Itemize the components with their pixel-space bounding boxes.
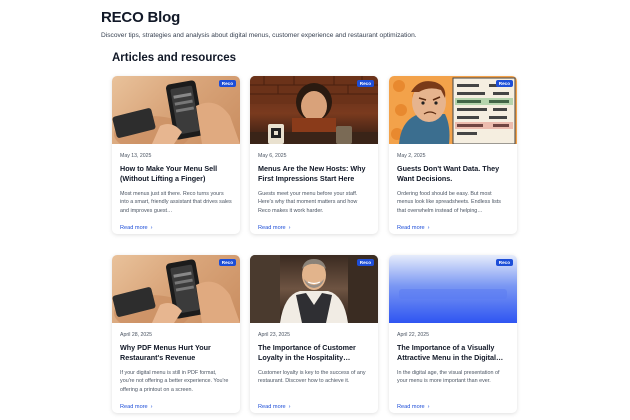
reco-badge: Reco <box>495 80 513 87</box>
article-excerpt: If your digital menu is still in PDF for… <box>120 370 229 393</box>
reco-badge: Reco <box>495 259 513 266</box>
page-title: RECO Blog <box>101 9 181 26</box>
article-card[interactable]: Reco April 22, 2025 The Importance of a … <box>389 255 517 413</box>
read-more-link[interactable]: Read more › <box>397 404 430 410</box>
article-card[interactable]: Reco May 6, 2025 Menus Are the New Hosts… <box>250 76 378 234</box>
reco-badge: Reco <box>356 80 374 87</box>
page-subtitle: Discover tips, strategies and analysis a… <box>101 32 417 39</box>
reco-badge: Reco <box>356 259 374 266</box>
article-title[interactable]: Menus Are the New Hosts: Why First Impre… <box>258 164 370 184</box>
article-excerpt: Ordering food should be easy. But most m… <box>397 191 501 214</box>
article-title[interactable]: The Importance of Customer Loyalty in th… <box>258 343 370 363</box>
read-more-link[interactable]: Read more › <box>120 404 153 410</box>
article-date: May 13, 2025 <box>120 153 152 159</box>
article-title[interactable]: Guests Don't Want Data. They Want Decisi… <box>397 164 509 184</box>
article-card[interactable]: Reco April 28, 2025 Why PDF Menus Hurt Y… <box>112 255 240 413</box>
article-excerpt: Guests meet your menu before your staff.… <box>258 191 358 214</box>
chevron-right-icon: › <box>427 404 430 410</box>
article-title[interactable]: Why PDF Menus Hurt Your Restaurant's Rev… <box>120 343 232 363</box>
article-title[interactable]: The Importance of a Visually Attractive … <box>397 343 509 363</box>
chevron-right-icon: › <box>288 225 291 231</box>
article-date: April 22, 2025 <box>397 332 430 338</box>
reco-badge: Reco <box>218 259 236 266</box>
article-date: May 6, 2025 <box>258 153 287 159</box>
reco-badge: Reco <box>218 80 236 87</box>
article-image[interactable]: Reco <box>250 76 378 144</box>
article-excerpt: Most menus just sit there. Reco turns yo… <box>120 191 232 214</box>
article-image[interactable]: Reco <box>250 255 378 323</box>
article-excerpt: In the digital age, the visual presentat… <box>397 370 500 385</box>
chevron-right-icon: › <box>150 225 153 231</box>
article-card[interactable]: Reco May 2, 2025 Guests Don't Want Data.… <box>389 76 517 234</box>
read-more-link[interactable]: Read more › <box>120 225 153 231</box>
article-image[interactable]: Reco <box>112 255 240 323</box>
article-title[interactable]: How to Make Your Menu Sell (Without Lift… <box>120 164 232 184</box>
article-image[interactable]: Reco <box>389 255 517 323</box>
article-date: May 2, 2025 <box>397 153 426 159</box>
read-more-link[interactable]: Read more › <box>258 404 291 410</box>
article-date: April 23, 2025 <box>258 332 291 338</box>
article-image[interactable]: Reco <box>112 76 240 144</box>
article-excerpt: Customer loyalty is key to the success o… <box>258 370 366 385</box>
chevron-right-icon: › <box>427 225 430 231</box>
article-card[interactable]: Reco April 23, 2025 The Importance of Cu… <box>250 255 378 413</box>
article-card[interactable]: Reco May 13, 2025 How to Make Your Menu … <box>112 76 240 234</box>
article-image[interactable]: Reco <box>389 76 517 144</box>
read-more-link[interactable]: Read more › <box>397 225 430 231</box>
read-more-link[interactable]: Read more › <box>258 225 291 231</box>
chevron-right-icon: › <box>288 404 291 410</box>
section-title: Articles and resources <box>112 52 237 64</box>
article-date: April 28, 2025 <box>120 332 153 338</box>
chevron-right-icon: › <box>150 404 153 410</box>
